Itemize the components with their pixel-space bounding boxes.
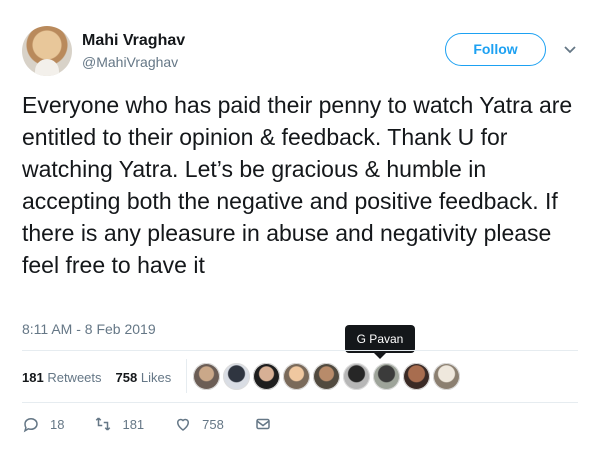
reply-button[interactable]: 18 [22,415,64,433]
retweet-button[interactable]: 181 [94,415,144,433]
divider [22,402,578,403]
tooltip: G Pavan [345,325,415,359]
follow-button[interactable]: Follow [445,33,546,66]
avatar[interactable] [403,363,430,390]
divider [22,350,578,351]
avatar[interactable] [433,363,460,390]
retweets-count: 181 [22,369,44,385]
retweets-stat[interactable]: 181 Retweets [22,370,102,385]
tweet-text: Everyone who has paid their penny to wat… [22,92,573,278]
tweet-actions: 18 181 758 [22,412,302,436]
avatar[interactable] [283,363,310,390]
chevron-down-icon[interactable] [562,41,578,61]
heart-icon [177,418,190,431]
like-count: 758 [202,416,224,432]
tweet-header: Mahi Vraghav @MahiVraghav Follow [22,26,578,78]
message-icon [256,418,270,430]
avatar[interactable] [193,363,220,390]
reply-count: 18 [50,416,65,432]
likes-count: 758 [115,369,138,385]
engagement-stats: 181 Retweets 758 Likes [22,362,185,392]
message-button[interactable] [254,415,272,433]
avatar[interactable] [22,26,72,76]
retweets-label: Retweets [47,369,102,385]
avatar[interactable] [373,363,400,390]
like-button[interactable]: 758 [174,415,224,433]
retweet-count: 181 [122,416,145,432]
avatar[interactable] [253,363,280,390]
profile-handle[interactable]: @MahiVraghav [82,54,178,70]
reply-icon [23,417,38,433]
avatar[interactable] [313,363,340,390]
tweet-timestamp[interactable]: 8:11 AM - 8 Feb 2019 [22,321,156,337]
profile-name[interactable]: Mahi Vraghav [82,32,185,50]
retweet-icon [96,417,111,431]
likes-label: Likes [140,369,172,385]
likes-stat[interactable]: 758 Likes [116,370,172,385]
stats-divider [186,359,187,393]
avatar[interactable] [223,363,250,390]
liker-avatars [193,363,463,391]
avatar[interactable] [343,363,370,390]
